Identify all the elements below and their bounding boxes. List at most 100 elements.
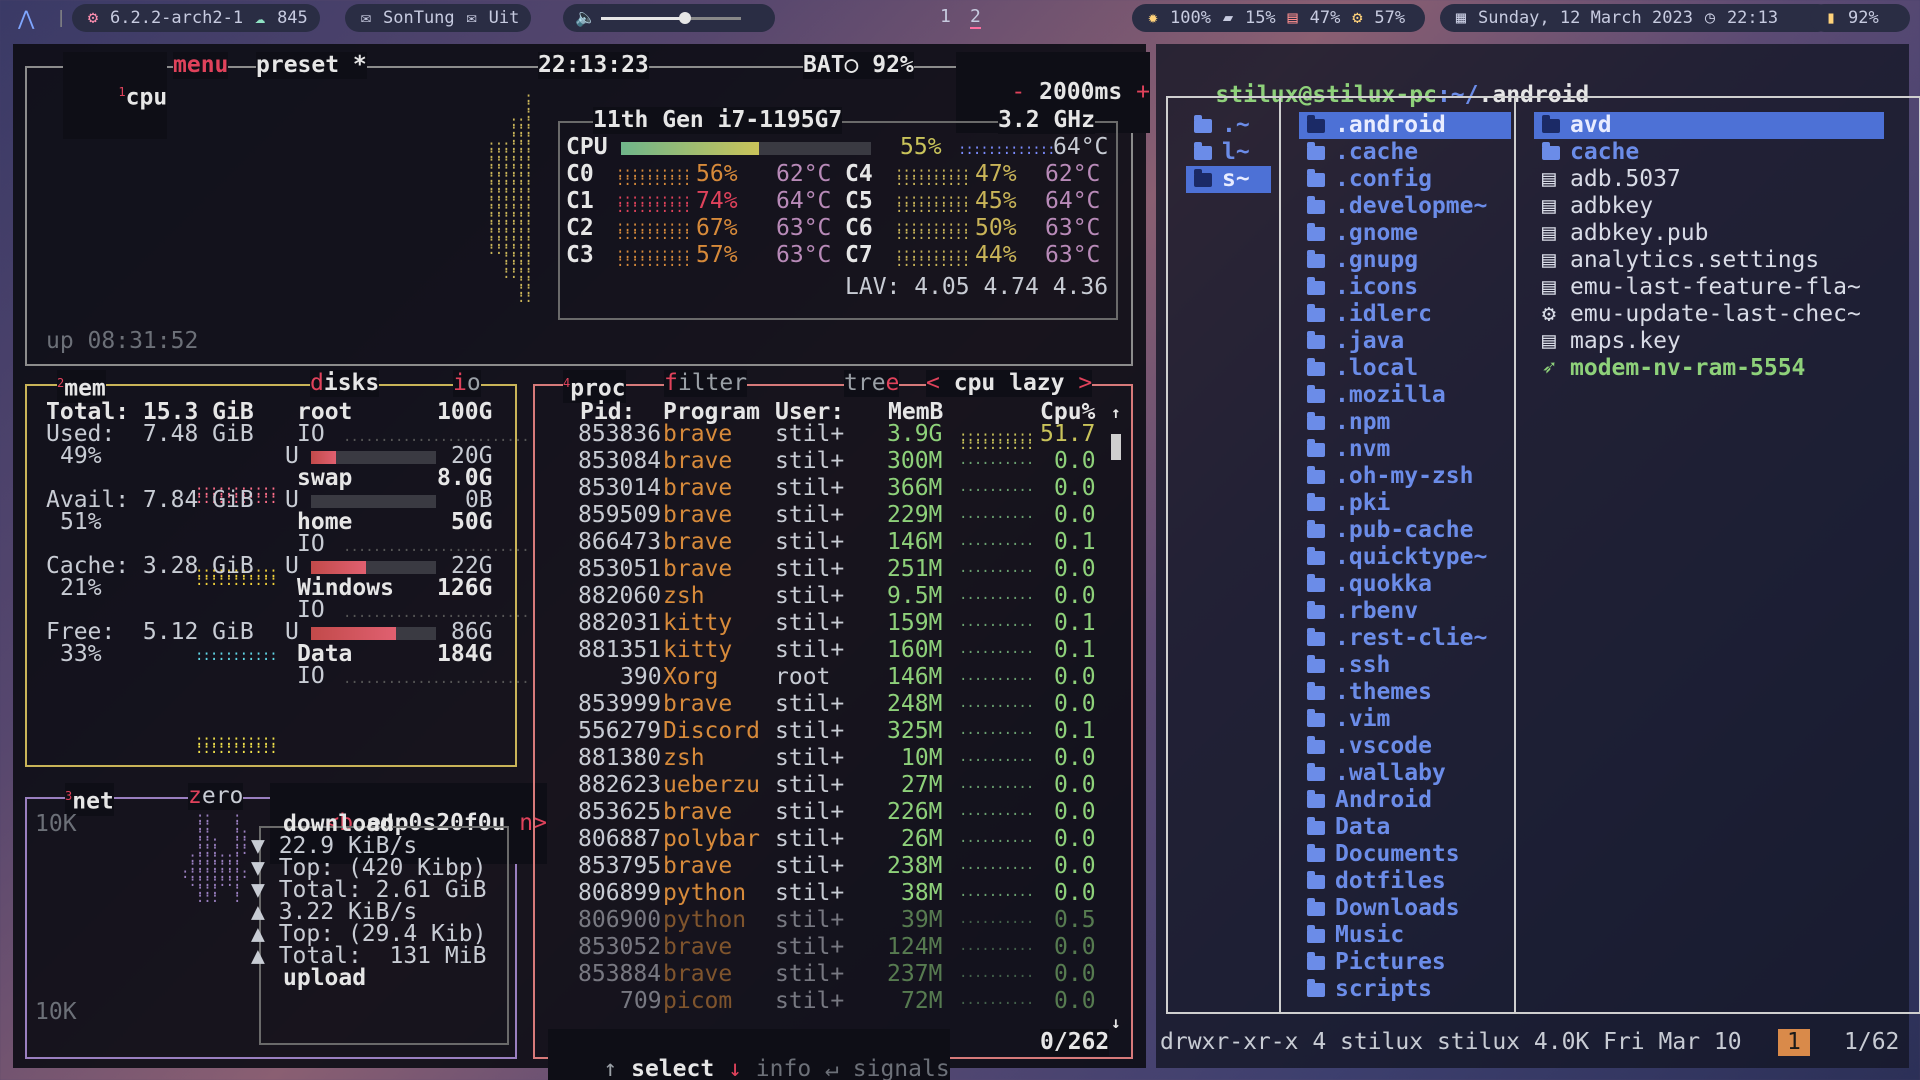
folder-item[interactable]: .android [1299,112,1511,139]
filter-button[interactable]: filter [664,370,748,397]
process-row[interactable]: 390 Xorg root 146M ·········· 0.0 [13,664,1133,691]
preview-folder[interactable]: avd [1534,112,1884,139]
preview-file[interactable]: ▤ adbkey [1534,193,1884,220]
process-row[interactable]: 881351 kitty stil+ 160M ·········· 0.1 [13,637,1133,664]
process-row[interactable]: 853014 brave stil+ 366M ·········· 0.0 [13,475,1133,502]
mem-box-title[interactable]: 2mem [57,370,106,403]
process-row[interactable]: 866473 brave stil+ 146M ·········· 0.1 [13,529,1133,556]
datetime-pill[interactable]: ▦ Sunday, 12 March 2023 ◷ 22:13 [1440,4,1832,32]
preview-file[interactable]: ▤ maps.key [1534,328,1884,355]
folder-item[interactable]: .wallaby [1299,760,1511,787]
process-row[interactable]: 853051 brave stil+ 251M ·········· 0.0 [13,556,1133,583]
folder-item[interactable]: .developme~ [1299,193,1511,220]
mail-pill[interactable]: ✉ SonTung ✉ Uit [345,4,532,32]
tab-indicator[interactable]: 1 [1778,1029,1810,1056]
process-row[interactable]: 806900 python stil+ 39M ·········· 0.5 [13,907,1133,934]
folder-item[interactable]: Documents [1299,841,1511,868]
workspace-2[interactable]: 2 [970,6,981,29]
process-row[interactable]: 556279 Discord stil+ 325M ·········· 0.1 [13,718,1133,745]
process-row[interactable]: 853884 brave stil+ 237M ·········· 0.0 [13,961,1133,988]
menu-button[interactable]: menu [173,52,229,79]
process-row[interactable]: 709 picom stil+ 72M ·········· 0.0 [13,988,1133,1015]
preview-folder[interactable]: cache [1534,139,1884,166]
current-column[interactable]: .android .cache .config .developme~ .gnome .g… [1279,96,1516,1014]
process-row[interactable]: 853836 brave stil+ 3.9G:::::::::: :::::::::… [13,421,1133,452]
volume-knob[interactable] [679,11,691,24]
process-row[interactable]: 882060 zsh stil+ 9.5M ·········· 0.0 [13,583,1133,610]
folder-item[interactable]: .rbenv [1299,598,1511,625]
sort-next[interactable]: > [1078,370,1092,396]
process-row[interactable]: 853795 brave stil+ 238M ·········· 0.0 [13,853,1133,880]
process-row[interactable]: 853084 brave stil+ 300M ·········· 0.0 [13,448,1133,475]
ranger-window[interactable]: stilux@stilux-pc:~/.android .~ l~ s~ .andr… [1156,44,1920,1068]
preview-file[interactable]: ⚙ emu-update-last-chec~ [1534,301,1884,328]
folder-item[interactable]: Music [1299,922,1511,949]
parent-folder[interactable]: l~ [1186,139,1271,166]
folder-item[interactable]: Data [1299,814,1511,841]
signals-action[interactable]: signals [853,1056,950,1080]
mail-account-1[interactable]: SonTung [383,8,455,28]
folder-item[interactable]: .idlerc [1299,301,1511,328]
process-row[interactable]: 806887 polybar stil+ 26M ·········· 0.0 [13,826,1133,853]
parent-column[interactable]: .~ l~ s~ [1166,96,1281,1014]
folder-item[interactable]: .icons [1299,274,1511,301]
folder-item[interactable]: .quokka [1299,571,1511,598]
preset-button[interactable]: preset * [256,52,367,79]
proc-box-title[interactable]: 4proc [563,370,626,403]
folder-item[interactable]: .pki [1299,490,1511,517]
process-row[interactable]: 882031 kitty stil+ 159M ·········· 0.1 [13,610,1133,637]
parent-folder[interactable]: s~ [1186,166,1271,193]
sort-prev[interactable]: < [926,370,940,396]
process-row[interactable]: 853052 brave stil+ 124M ·········· 0.0 [13,934,1133,961]
preview-file[interactable]: ▤ adb.5037 [1534,166,1884,193]
folder-item[interactable]: dotfiles [1299,868,1511,895]
folder-item[interactable]: .vscode [1299,733,1511,760]
folder-item[interactable]: .mozilla [1299,382,1511,409]
folder-item[interactable]: .quicktype~ [1299,544,1511,571]
folder-item[interactable]: Downloads [1299,895,1511,922]
folder-item[interactable]: Android [1299,787,1511,814]
folder-item[interactable]: scripts [1299,976,1511,1003]
process-row[interactable]: 882623 ueberzu stil+ 27M ·········· 0.0 [13,772,1133,799]
interval-increase[interactable]: + [1136,79,1150,105]
select-action[interactable]: select [631,1056,714,1080]
process-row[interactable]: 806899 python stil+ 38M ·········· 0.0 [13,880,1133,907]
parent-folder[interactable]: .~ [1186,112,1271,139]
folder-item[interactable]: .cache [1299,139,1511,166]
process-row[interactable]: 853999 brave stil+ 248M ·········· 0.0 [13,691,1133,718]
folder-item[interactable]: .themes [1299,679,1511,706]
process-row[interactable]: 881380 zsh stil+ 10M ·········· 0.0 [13,745,1133,772]
volume-slider[interactable] [601,11,741,24]
folder-item[interactable]: Pictures [1299,949,1511,976]
interval-decrease[interactable]: - [1011,79,1025,105]
sort-selector[interactable]: < cpu lazy > [926,370,1093,397]
preview-file[interactable]: ▤ analytics.settings [1534,247,1884,274]
folder-item[interactable]: .nvm [1299,436,1511,463]
preview-file[interactable]: ▤ emu-last-feature-fla~ [1534,274,1884,301]
preview-file[interactable]: ➶ modem-nv-ram-5554 [1534,355,1884,382]
arch-logo-icon[interactable]: ⋀ [18,6,34,30]
preview-file[interactable]: ▤ adbkey.pub [1534,220,1884,247]
folder-item[interactable]: .ssh [1299,652,1511,679]
io-tab[interactable]: io [453,370,481,397]
tree-toggle[interactable]: tree [844,370,900,397]
folder-item[interactable]: .gnome [1299,220,1511,247]
folder-item[interactable]: .npm [1299,409,1511,436]
folder-item[interactable]: .java [1299,328,1511,355]
folder-item[interactable]: .pub-cache [1299,517,1511,544]
mail-account-2[interactable]: Uit [489,8,520,28]
preview-column[interactable]: avd cache ▤ adb.5037 ▤ adbkey ▤ adbkey.pub ▤ anal… [1514,96,1884,1014]
folder-item[interactable]: .rest-clie~ [1299,625,1511,652]
folder-item[interactable]: .vim [1299,706,1511,733]
disks-tab[interactable]: disks [310,370,380,397]
process-row[interactable]: 853625 brave stil+ 226M ·········· 0.0 [13,799,1133,826]
folder-item[interactable]: .local [1299,355,1511,382]
workspace-1[interactable]: 1 [940,6,951,27]
cpu-box-title[interactable]: 1cpu [63,52,168,139]
folder-item[interactable]: .config [1299,166,1511,193]
folder-item[interactable]: .gnupg [1299,247,1511,274]
volume-pill[interactable]: 🔈 [563,4,775,32]
folder-item[interactable]: .oh-my-zsh [1299,463,1511,490]
process-row[interactable]: 859509 brave stil+ 229M ·········· 0.0 [13,502,1133,529]
btop-window[interactable]: 1cpu menu preset * 22:13:23 BAT○ 92% - 2… [13,44,1150,1080]
